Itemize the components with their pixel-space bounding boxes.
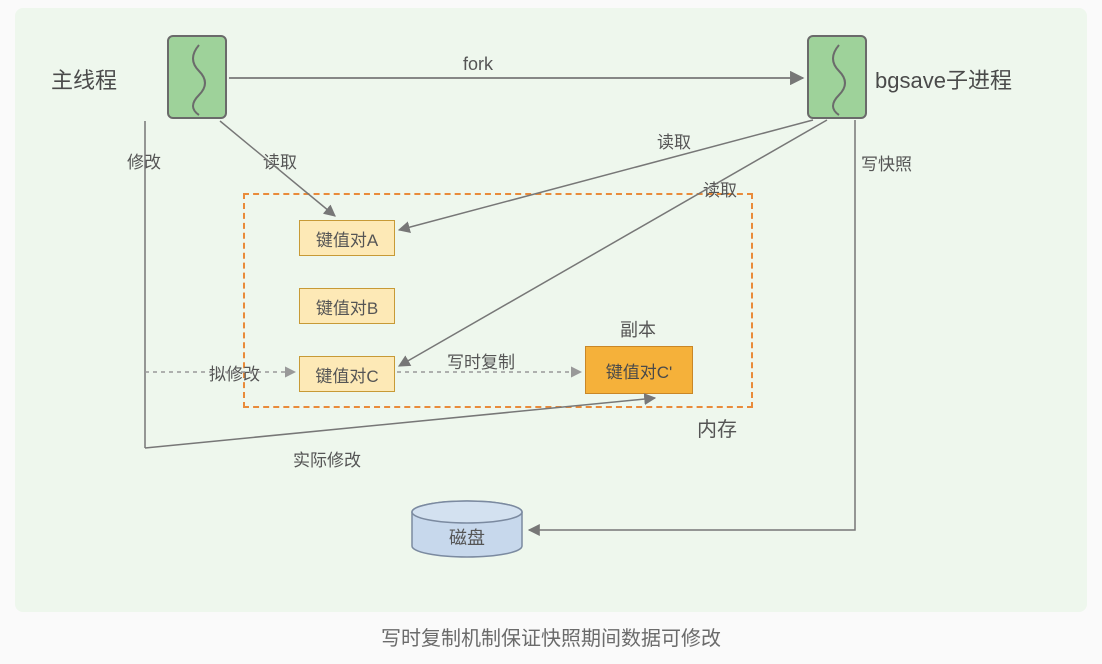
memory-label: 内存 <box>697 413 737 442</box>
actual-modify-label: 实际修改 <box>293 446 361 471</box>
bg-read1-label: 读取 <box>657 128 691 153</box>
main-thread-box <box>167 35 227 119</box>
main-modify-label: 修改 <box>127 148 161 173</box>
kv-b-text: 键值对B <box>316 294 378 319</box>
snapshot-label: 写快照 <box>861 150 912 175</box>
main-read-label: 读取 <box>263 148 297 173</box>
kv-a-box: 键值对A <box>299 220 395 256</box>
bgsave-box <box>807 35 867 119</box>
kv-c-text: 键值对C <box>315 362 378 387</box>
diagram-canvas: 主线程 bgsave子进程 内存 键值对A 键值对B 键值对C 键值对C' 副本… <box>15 8 1087 612</box>
kv-a-text: 键值对A <box>316 226 378 251</box>
thread-wave-icon <box>809 37 869 121</box>
copy-title-label: 副本 <box>620 316 656 342</box>
fork-label: fork <box>463 54 493 75</box>
bgsave-label: bgsave子进程 <box>875 63 1012 95</box>
cow-label: 写时复制 <box>447 348 515 373</box>
kv-b-box: 键值对B <box>299 288 395 324</box>
bg-read2-label: 读取 <box>703 176 737 201</box>
kv-c-box: 键值对C <box>299 356 395 392</box>
diagram-caption: 写时复制机制保证快照期间数据可修改 <box>15 622 1087 651</box>
disk-label: 磁盘 <box>409 524 525 550</box>
plan-modify-label: 拟修改 <box>209 360 260 385</box>
kv-c-copy-text: 键值对C' <box>606 358 673 383</box>
main-thread-label: 主线程 <box>51 63 117 95</box>
kv-c-copy-box: 键值对C' <box>585 346 693 394</box>
thread-wave-icon <box>169 37 229 121</box>
disk-cylinder: 磁盘 <box>409 500 525 558</box>
